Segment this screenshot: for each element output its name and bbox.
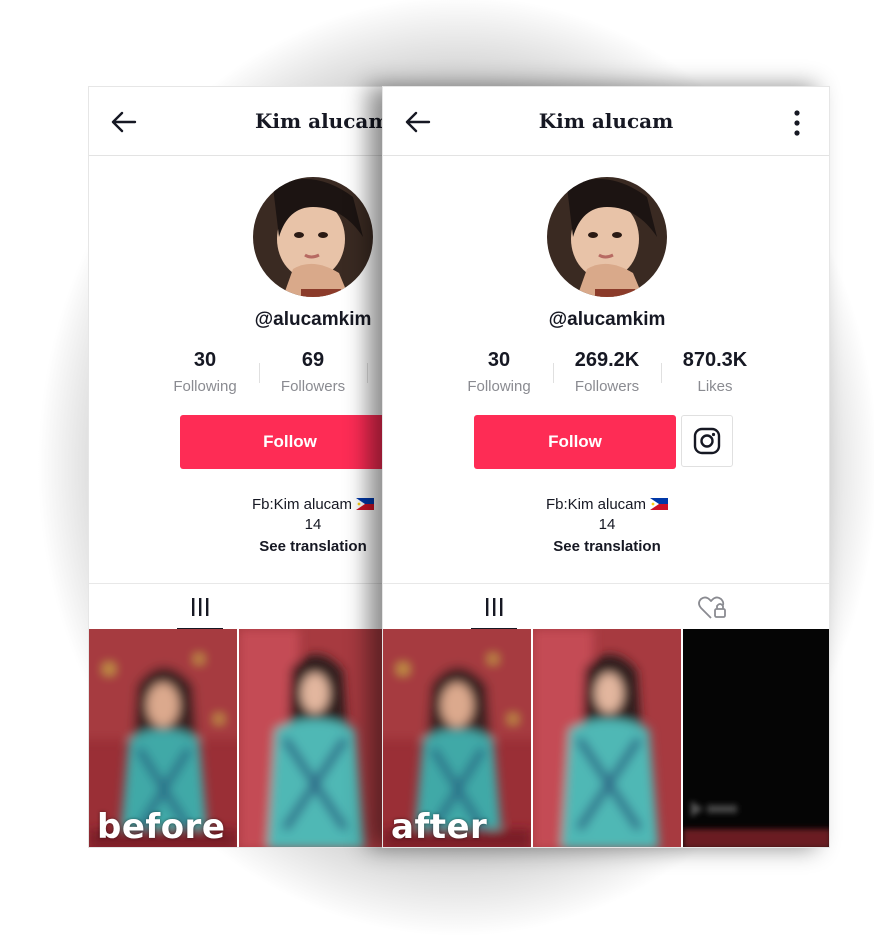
instagram-button[interactable] bbox=[681, 415, 733, 467]
video-thumbnail[interactable] bbox=[533, 629, 681, 847]
bio-line-1: Fb:Kim alucam bbox=[213, 495, 387, 515]
tab-liked[interactable] bbox=[697, 594, 729, 622]
grid-icon bbox=[486, 598, 503, 616]
bio-text: Fb:Kim alucam bbox=[545, 496, 647, 513]
before-caption: before bbox=[97, 807, 226, 847]
bio-text: Fb:Kim alucam bbox=[251, 496, 353, 513]
stat-followers[interactable]: 269.2K Followers bbox=[557, 349, 657, 395]
back-arrow-icon[interactable] bbox=[111, 111, 137, 133]
followers-count: 69 bbox=[301, 349, 325, 371]
vertical-dots-icon[interactable] bbox=[793, 109, 801, 137]
bio: Fb:Kim alucam 14 See translation bbox=[213, 495, 387, 557]
profile-panel-after: Kim alucam @alucamkim 30 Following 269.2… bbox=[382, 86, 830, 848]
instagram-icon bbox=[693, 427, 721, 455]
content-tabs bbox=[89, 583, 387, 630]
avatar[interactable] bbox=[547, 177, 667, 297]
following-label: Following bbox=[173, 378, 237, 395]
video-grid: before bbox=[89, 629, 387, 847]
stat-divider bbox=[553, 363, 554, 383]
video-thumbnail[interactable] bbox=[239, 629, 387, 847]
stat-divider bbox=[259, 363, 260, 383]
content-tabs bbox=[383, 583, 829, 630]
bio: Fb:Kim alucam 14 See translation bbox=[507, 495, 707, 557]
profile-header: Kim alucam bbox=[383, 87, 829, 156]
bio-line-1: Fb:Kim alucam bbox=[507, 495, 707, 515]
following-label: Following bbox=[467, 378, 531, 395]
username: @alucamkim bbox=[254, 309, 372, 330]
grid-icon bbox=[192, 598, 209, 616]
username: @alucamkim bbox=[548, 309, 666, 330]
stat-divider bbox=[367, 363, 368, 383]
profile-header: Kim alucam bbox=[89, 87, 387, 156]
following-count: 30 bbox=[487, 349, 511, 371]
stat-following[interactable]: 30 Following bbox=[155, 349, 255, 395]
follow-button[interactable]: Follow bbox=[474, 415, 676, 469]
likes-label: Likes bbox=[697, 378, 733, 395]
followers-count: 269.2K bbox=[574, 349, 640, 371]
profile-panel-before: Kim alucam @alucamkim 30 Following 69 Fo… bbox=[88, 86, 388, 848]
philippines-flag-icon bbox=[356, 498, 375, 510]
bio-line-2: 14 bbox=[598, 516, 616, 533]
followers-label: Followers bbox=[574, 378, 640, 395]
tab-videos[interactable] bbox=[177, 594, 223, 630]
philippines-flag-icon bbox=[650, 498, 669, 510]
see-translation-link[interactable]: See translation bbox=[507, 537, 707, 557]
follow-button[interactable]: Follow bbox=[180, 415, 387, 469]
video-grid: after bbox=[383, 629, 829, 847]
after-caption: after bbox=[391, 807, 488, 847]
following-count: 30 bbox=[193, 349, 217, 371]
followers-label: Followers bbox=[280, 378, 346, 395]
bio-line-2: 14 bbox=[304, 516, 322, 533]
likes-count: 870.3K bbox=[682, 349, 748, 371]
profile-title: Kim alucam bbox=[538, 109, 674, 133]
stat-likes[interactable]: 870.3K Likes bbox=[665, 349, 765, 395]
stat-following[interactable]: 30 Following bbox=[449, 349, 549, 395]
profile-title: Kim alucam bbox=[255, 109, 388, 133]
video-thumbnail[interactable] bbox=[683, 629, 829, 847]
heart-lock-icon bbox=[698, 596, 726, 619]
see-translation-link[interactable]: See translation bbox=[213, 537, 387, 557]
avatar[interactable] bbox=[253, 177, 373, 297]
tab-videos[interactable] bbox=[471, 594, 517, 630]
stat-divider bbox=[661, 363, 662, 383]
stat-followers[interactable]: 69 Followers bbox=[263, 349, 363, 395]
